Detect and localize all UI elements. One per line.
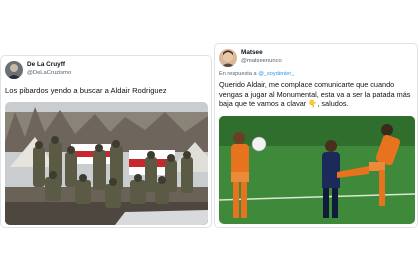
user-handle[interactable]: @DeLaCruzismo	[27, 69, 71, 77]
tweet-text: Los pibardos yendo a buscar a Aldair Rod…	[5, 86, 167, 95]
user-handle[interactable]: @matseenunco	[241, 57, 282, 65]
display-name[interactable]: De La Cruyff	[27, 61, 71, 69]
reply-mention-link[interactable]: @_soydenier_	[258, 71, 294, 77]
pointing-down-emoji: 👇	[308, 99, 318, 109]
display-name[interactable]: Matsee	[241, 49, 282, 57]
reply-prefix: En respuesta a	[219, 71, 257, 77]
tweet-media-photo[interactable]	[219, 116, 415, 224]
tweet-media-photo[interactable]	[5, 102, 208, 225]
tweet-text: Querido Aldair, me complace comunicarte …	[219, 80, 417, 109]
avatar[interactable]	[5, 61, 23, 79]
avatar[interactable]	[219, 49, 237, 67]
reply-context: En respuesta a @_soydenier_	[219, 71, 294, 77]
tweet-text-end: , saludos.	[317, 99, 349, 109]
tweet-header: De La Cruyff @DeLaCruzismo	[5, 61, 205, 81]
tweet-card-right[interactable]: Matsee @matseenunco En respuesta a @_soy…	[214, 43, 418, 228]
tweet-card-left[interactable]: De La Cruyff @DeLaCruzismo Los pibardos …	[0, 55, 212, 228]
tweet-header: Matsee @matseenunco	[219, 49, 417, 69]
